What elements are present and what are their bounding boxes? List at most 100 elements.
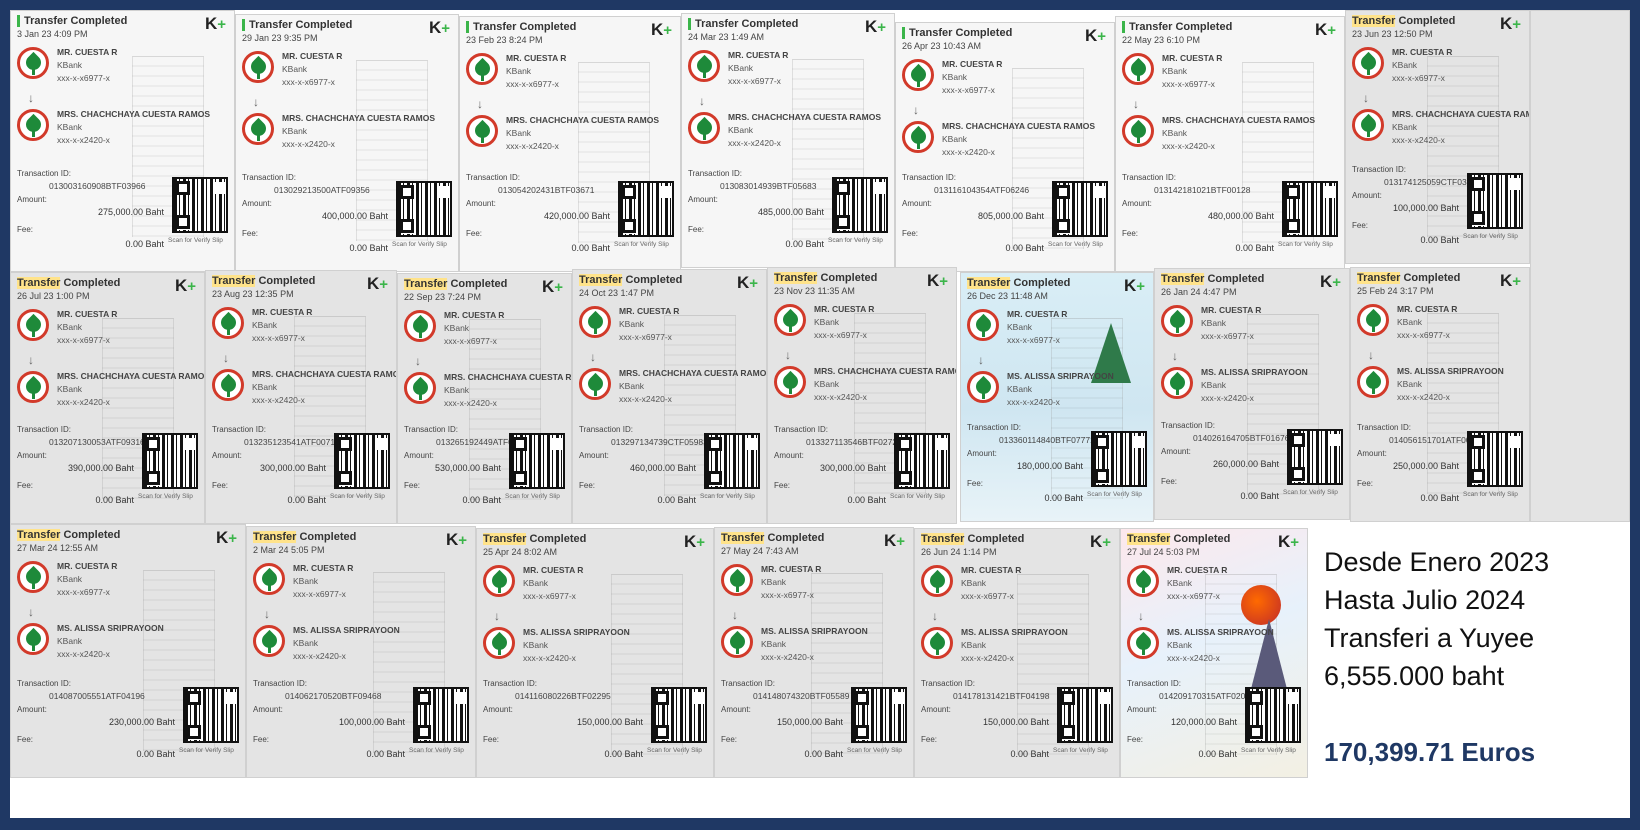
sender-account-number: xxx-x-x6977-x xyxy=(57,73,110,83)
kbank-logo-icon xyxy=(688,50,720,82)
fee-value: 0.00 Baht xyxy=(462,495,501,505)
transaction-id: 013327113546BTF02720 xyxy=(806,437,902,447)
slip-header-title: Transfer Completed xyxy=(695,18,799,30)
transaction-id: 013029213500ATF09356 xyxy=(274,185,370,195)
recipient-account-number: xxx-x-x2420-x xyxy=(282,139,335,149)
sender-name: MR. CUESTA R xyxy=(619,306,680,316)
fee-label: Fee: xyxy=(17,225,34,234)
qr-code-icon xyxy=(704,433,760,489)
slip-header: Transfer Completed xyxy=(466,21,576,33)
transfer-slip: Transfer Completed 23 Jun 23 12:50 PM K+ MR… xyxy=(1345,10,1530,264)
kbank-logo-icon xyxy=(466,53,498,85)
amount-value: 390,000.00 Baht xyxy=(67,463,134,473)
arrow-down-icon: ↓ xyxy=(28,353,34,367)
fee-value: 0.00 Baht xyxy=(1010,749,1049,759)
slip-header: Transfer Completed xyxy=(483,533,586,545)
kplus-logo: K+ xyxy=(1090,532,1111,552)
transfer-slip: Transfer Completed 27 May 24 7:43 AM K+ MR.… xyxy=(714,527,914,778)
kplus-logo-k: K xyxy=(1499,14,1513,33)
slip-header: Transfer Completed xyxy=(17,15,127,27)
slip-header: Transfer Completed xyxy=(1161,273,1264,285)
sender-bank: KBank xyxy=(523,578,549,588)
recipient-name: MRS. CHACHCHAYA CUESTA RAMOS xyxy=(1162,115,1316,125)
recipient-bank: KBank xyxy=(1201,380,1227,390)
scan-verify-label: Scan for Verify Slip xyxy=(700,493,755,500)
kbank-logo-icon xyxy=(579,306,611,338)
slip-header-highlight: Transfer xyxy=(483,533,527,545)
sender-name: MR. CUESTA R xyxy=(1392,47,1453,57)
amount-label: Amount: xyxy=(688,195,718,204)
kbank-logo-icon xyxy=(404,310,436,342)
sender-name: MR. CUESTA R xyxy=(282,51,343,61)
recipient-account-number: xxx-x-x2420-x xyxy=(1162,141,1215,151)
recipient-bank: KBank xyxy=(252,382,278,392)
slip-header-title: Transfer Completed xyxy=(473,21,577,33)
transaction-id: 013235123541ATF00713 xyxy=(244,437,340,447)
recipient-account-number: xxx-x-x2420-x xyxy=(1201,393,1254,403)
transfer-slip: Transfer Completed 2 Mar 24 5:05 PM K+ MR. … xyxy=(246,526,476,778)
fee-value: 0.00 Baht xyxy=(366,749,405,759)
kbank-logo-icon xyxy=(1357,304,1389,336)
sender-bank: KBank xyxy=(814,317,840,327)
transaction-id-label: Transaction ID: xyxy=(579,425,633,434)
arrow-down-icon: ↓ xyxy=(732,608,738,622)
arrow-down-icon: ↓ xyxy=(932,609,938,623)
kplus-logo: K+ xyxy=(927,271,948,291)
sender-account: MR. CUESTA R KBank xxx-x-x6977-x xyxy=(253,563,463,605)
recipient-account: MRS. CHACHCHAYA CUESTA RAMOS KBank xxx-x-x… xyxy=(242,113,452,155)
slip-header: Transfer Completed xyxy=(1352,15,1455,27)
kplus-logo: K+ xyxy=(684,532,705,552)
slip-date: 25 Apr 24 8:02 AM xyxy=(483,547,558,557)
slip-date: 23 Feb 23 8:24 PM xyxy=(466,35,543,45)
sender-account-number: xxx-x-x6977-x xyxy=(961,591,1014,601)
amount-value: 460,000.00 Baht xyxy=(629,463,696,473)
transfer-slip: Transfer Completed 26 Jun 24 1:14 PM K+ MR.… xyxy=(914,528,1120,778)
sender-account-number: xxx-x-x6977-x xyxy=(444,336,497,346)
qr-code-icon xyxy=(1052,181,1108,237)
kplus-logo-k: K xyxy=(445,530,459,549)
amount-label: Amount: xyxy=(404,451,434,460)
qr-code-icon xyxy=(1057,687,1113,743)
kbank-logo-icon xyxy=(1127,565,1159,597)
slip-header-title: Completed xyxy=(1010,277,1071,289)
kbank-logo-icon xyxy=(253,625,285,657)
recipient-bank: KBank xyxy=(57,636,83,646)
transfer-slip: Transfer Completed 23 Aug 23 12:35 PM K+ MR… xyxy=(205,270,397,524)
fee-label: Fee: xyxy=(579,481,596,490)
sender-bank: KBank xyxy=(728,63,754,73)
kplus-logo-k: K xyxy=(864,17,878,36)
amount-label: Amount: xyxy=(902,199,932,208)
recipient-name: MRS. CHACHCHAYA CUESTA RAMOS xyxy=(282,113,436,123)
kbank-logo-icon xyxy=(212,369,244,401)
amount-label: Amount: xyxy=(1161,447,1191,456)
transaction-id: 014087005551ATF04196 xyxy=(49,691,145,701)
sender-name: MR. CUESTA R xyxy=(57,309,118,319)
arrow-down-icon: ↓ xyxy=(1172,349,1178,363)
kbank-logo-icon xyxy=(902,59,934,91)
kbank-logo-icon xyxy=(1122,115,1154,147)
kplus-logo-k: K xyxy=(736,273,750,292)
slip-date: 22 May 23 6:10 PM xyxy=(1122,35,1201,45)
sender-name: MR. CUESTA R xyxy=(728,50,789,60)
kplus-logo-k: K xyxy=(1123,276,1137,295)
scan-verify-label: Scan for Verify Slip xyxy=(614,241,669,248)
recipient-name: MS. ALISSA SRIPRAYOON xyxy=(1397,366,1504,376)
recipient-account-number: xxx-x-x2420-x xyxy=(57,135,110,145)
recipient-account: MRS. CHACHCHAYA CUESTA RAMOS KBank xxx-x-x… xyxy=(902,121,1112,163)
transaction-id-label: Transaction ID: xyxy=(1352,165,1406,174)
kplus-logo-k: K xyxy=(650,20,664,39)
sender-bank: KBank xyxy=(57,322,83,332)
recipient-account-number: xxx-x-x2420-x xyxy=(252,395,305,405)
qr-code-icon xyxy=(1091,431,1147,487)
transaction-id-label: Transaction ID: xyxy=(242,173,296,182)
slip-header-highlight: Transfer xyxy=(1127,533,1171,545)
amount-value: 100,000.00 Baht xyxy=(338,717,405,727)
slip-header-title: Completed xyxy=(1204,273,1265,285)
slip-header: Transfer Completed xyxy=(212,275,315,287)
qr-code-icon xyxy=(142,433,198,489)
sender-bank: KBank xyxy=(1167,578,1193,588)
recipient-account: MRS. CHACHCHAYA CUESTA RAMOS KBank xxx-x-x… xyxy=(579,368,766,410)
slip-date: 25 Feb 24 3:17 PM xyxy=(1357,286,1434,296)
sender-account-number: xxx-x-x6977-x xyxy=(57,587,110,597)
kplus-logo-plus: + xyxy=(1097,28,1106,45)
